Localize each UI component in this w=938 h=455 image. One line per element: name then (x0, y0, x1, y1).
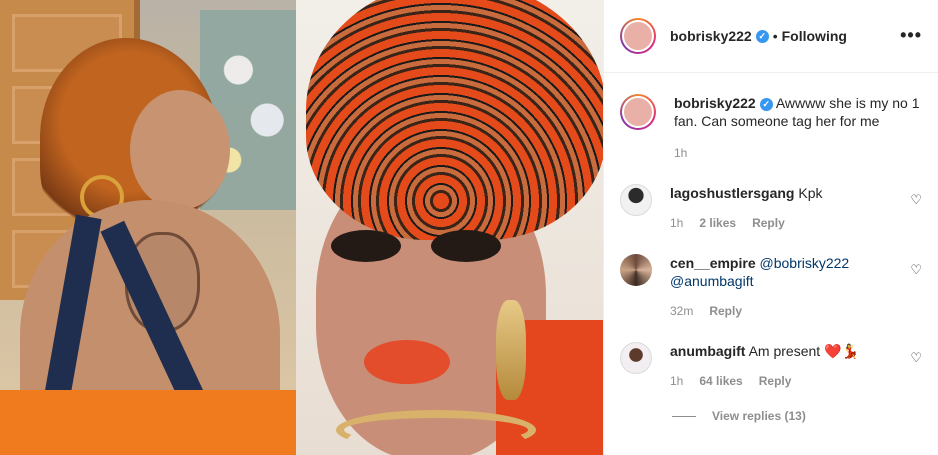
eye (431, 230, 501, 262)
post-header: bobrisky222 ✓ • Following ••• (604, 0, 938, 73)
comment-time[interactable]: 32m (670, 302, 693, 320)
reply-button[interactable]: Reply (752, 214, 785, 232)
post-sidebar: bobrisky222 ✓ • Following ••• bobrisky22… (603, 0, 938, 455)
caption: bobrisky222 ✓ Awwww she is my no 1 fan. C… (620, 94, 922, 162)
verified-badge-icon: ✓ (759, 97, 773, 111)
more-options-icon[interactable]: ••• (900, 25, 922, 46)
comment-text: Am present ❤️💃 (748, 343, 859, 359)
post-image[interactable] (0, 0, 603, 455)
verified-badge-icon: ✓ (755, 29, 769, 43)
comment-item: anumbagift Am present ❤️💃 1h 64 likes Re… (620, 342, 922, 390)
replies-divider-line (672, 415, 696, 417)
comment-time[interactable]: 1h (670, 214, 683, 232)
caption-time[interactable]: 1h (674, 144, 687, 162)
reply-button[interactable]: Reply (759, 372, 792, 390)
woman-face (130, 90, 230, 210)
post-image-left-half (0, 0, 296, 455)
gold-necklace (336, 410, 536, 450)
orange-dress (0, 390, 296, 455)
view-replies-label: View replies (13) (712, 409, 806, 423)
author-avatar[interactable] (620, 18, 656, 54)
comment-username[interactable]: anumbagift (670, 343, 745, 359)
caption-avatar[interactable] (620, 94, 656, 130)
commenter-avatar[interactable] (620, 184, 652, 216)
mention-link[interactable]: @anumbagift (670, 273, 753, 289)
eye (331, 230, 401, 262)
separator-dot: • (772, 28, 778, 44)
comment-likes[interactable]: 64 likes (699, 372, 742, 390)
author-username[interactable]: bobrisky222 (670, 28, 752, 44)
lips (364, 340, 450, 384)
commenter-avatar[interactable] (620, 254, 652, 286)
comment-likes[interactable]: 2 likes (699, 214, 736, 232)
commenter-avatar[interactable] (620, 342, 652, 374)
mention-link[interactable]: @bobrisky222 (760, 255, 850, 271)
like-heart-icon[interactable]: ♡ (910, 350, 922, 366)
comment-username[interactable]: cen__empire (670, 255, 756, 271)
like-heart-icon[interactable]: ♡ (910, 262, 922, 278)
comment-item: cen__empire @bobrisky222 @anumbagift 32m… (620, 254, 922, 320)
view-replies-button[interactable]: View replies (13) (672, 409, 806, 423)
gold-earring (496, 300, 526, 400)
comment-username[interactable]: lagoshustlersgang (670, 185, 794, 201)
comment-text: Kpk (798, 185, 823, 201)
comment-time[interactable]: 1h (670, 372, 683, 390)
reply-button[interactable]: Reply (709, 302, 742, 320)
caption-username[interactable]: bobrisky222 (674, 95, 756, 111)
following-button[interactable]: Following (782, 28, 847, 44)
like-heart-icon[interactable]: ♡ (910, 192, 922, 208)
comment-item: lagoshustlersgang Kpk 1h 2 likes Reply ♡ (620, 184, 922, 232)
post-image-right-half (296, 0, 603, 455)
headwrap (306, 0, 603, 240)
